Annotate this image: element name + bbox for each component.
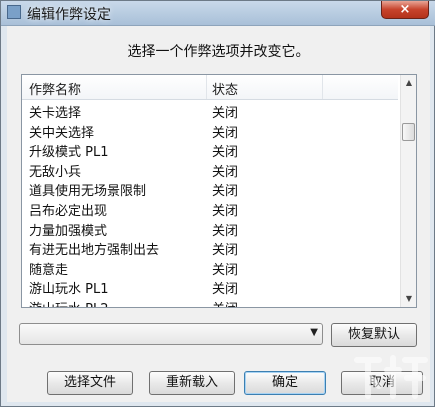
arrow-down-icon[interactable]: ▼: [401, 291, 416, 307]
edit-cheat-settings-dialog: 编辑作弊设定 × 选择一个作弊选项并改变它。 作弊名称 状态 关卡选择 关闭 关…: [0, 0, 435, 407]
cheat-name: 有进无出地方强制出去: [29, 243, 160, 259]
list-item[interactable]: 道具使用无场景限制 关闭: [22, 179, 398, 199]
cheat-name: 吕布必定出现: [29, 203, 108, 219]
cheat-status: 关闭: [212, 282, 239, 298]
cheat-name: 力量加强模式: [29, 223, 108, 239]
window-title: 编辑作弊设定: [27, 7, 111, 23]
list-item[interactable]: 游山玩水 PL2 关闭: [22, 297, 398, 307]
cheat-status: 关闭: [212, 203, 239, 219]
cheat-status: 关闭: [212, 243, 239, 259]
dialog-body: 选择一个作弊选项并改变它。 作弊名称 状态 关卡选择 关闭 关中关选择 关闭 升…: [7, 26, 430, 402]
cheat-name: 游山玩水 PL1: [29, 282, 109, 298]
list-item[interactable]: 关中关选择 关闭: [22, 121, 398, 141]
title-bar[interactable]: 编辑作弊设定 ×: [1, 1, 435, 26]
vertical-scrollbar[interactable]: ▲ ▼: [400, 75, 416, 307]
cheat-name: 道具使用无场景限制: [29, 184, 147, 200]
close-button[interactable]: ×: [381, 1, 429, 19]
list-item[interactable]: 随意走 关闭: [22, 258, 398, 278]
scroll-thumb[interactable]: [402, 123, 415, 141]
cheat-name: 关卡选择: [29, 106, 82, 121]
cheat-name: 游山玩水 PL2: [29, 298, 109, 307]
cheat-status: 关闭: [212, 145, 239, 161]
list-rows: 关卡选择 关闭 关中关选择 关闭 升级模式 PL1 关闭 无敌小兵 关闭 道具使…: [22, 101, 398, 307]
cheat-status: 关闭: [212, 223, 239, 239]
cheat-name: 随意走: [29, 262, 69, 278]
list-item[interactable]: 游山玩水 PL1 关闭: [22, 277, 398, 297]
arrow-up-icon[interactable]: ▲: [401, 75, 416, 91]
cheat-name: 关中关选择: [29, 125, 95, 141]
cancel-button[interactable]: 取消: [341, 371, 423, 395]
cheat-name: 升级模式 PL1: [29, 145, 109, 161]
cheat-status: 关闭: [212, 106, 239, 121]
list-item[interactable]: 吕布必定出现 关闭: [22, 199, 398, 219]
column-header-status[interactable]: 状态: [212, 79, 238, 98]
list-item[interactable]: 力量加强模式 关闭: [22, 219, 398, 239]
list-item[interactable]: 升级模式 PL1 关闭: [22, 140, 398, 160]
cheat-status: 关闭: [212, 184, 239, 200]
restore-default-button[interactable]: 恢复默认: [331, 323, 417, 347]
column-divider[interactable]: [322, 75, 323, 99]
chevron-down-icon[interactable]: ▼: [310, 327, 318, 338]
list-item[interactable]: 有进无出地方强制出去 关闭: [22, 238, 398, 258]
cheat-value-dropdown[interactable]: ▼: [19, 323, 323, 345]
cheat-status: 关闭: [212, 298, 238, 307]
cheat-status: 关闭: [212, 262, 239, 278]
cheat-name: 无敌小兵: [29, 164, 82, 180]
column-header-cheat-name[interactable]: 作弊名称: [29, 79, 81, 98]
instruction-text: 选择一个作弊选项并改变它。: [127, 44, 310, 60]
column-divider[interactable]: [206, 75, 207, 99]
ok-button[interactable]: 确定: [244, 371, 326, 395]
app-icon: [7, 5, 21, 19]
reload-button[interactable]: 重新载入: [149, 371, 235, 395]
list-item[interactable]: 关卡选择 关闭: [22, 101, 398, 121]
list-item[interactable]: 无敌小兵 关闭: [22, 160, 398, 180]
cheat-list[interactable]: 作弊名称 状态 关卡选择 关闭 关中关选择 关闭 升级模式 PL1 关闭 无敌小…: [21, 74, 417, 308]
choose-file-button[interactable]: 选择文件: [47, 371, 133, 395]
cheat-status: 关闭: [212, 164, 239, 180]
list-header: 作弊名称 状态: [22, 75, 398, 100]
cheat-status: 关闭: [212, 125, 239, 141]
